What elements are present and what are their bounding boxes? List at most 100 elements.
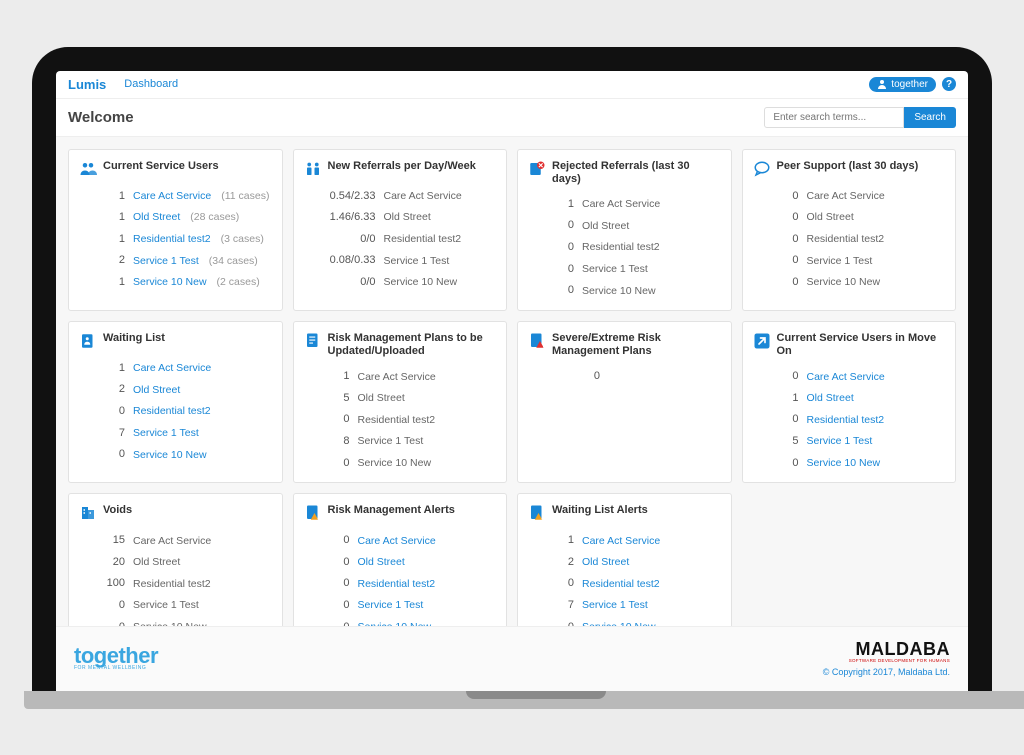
row-link[interactable]: Residential test2 — [358, 578, 436, 590]
document-warning-icon — [528, 504, 546, 522]
page-title: Welcome — [68, 109, 134, 126]
card-row: 0 Service 1 Test — [304, 595, 497, 617]
row-link[interactable]: Residential test2 — [133, 405, 211, 417]
row-label: Residential test2 — [358, 412, 436, 429]
row-text: Old Street — [384, 211, 431, 223]
brand-logo[interactable]: Lumis — [68, 77, 106, 92]
row-link[interactable]: Care Act Service — [358, 535, 436, 547]
card-row: 0Service 10 New — [528, 280, 721, 302]
row-value: 0 — [554, 368, 600, 386]
row-text: Residential test2 — [133, 578, 211, 590]
copyright-text: © Copyright 2017, Maldaba Ltd. — [823, 667, 950, 677]
card-move-on: Current Service Users in Move On0Care Ac… — [742, 321, 957, 483]
user-badge[interactable]: together — [869, 77, 936, 92]
row-link[interactable]: Service 10 New — [807, 457, 881, 469]
card-row: 0Old Street — [528, 215, 721, 237]
row-label: Residential test2 — [133, 576, 211, 593]
row-label: Service 1 Test — [133, 253, 199, 270]
together-logo: together — [74, 647, 158, 665]
help-button[interactable]: ? — [942, 77, 956, 91]
row-link[interactable]: Care Act Service — [133, 362, 211, 374]
row-value: 1 — [105, 360, 125, 378]
row-link[interactable]: Service 1 Test — [807, 435, 873, 447]
row-link[interactable]: Service 1 Test — [582, 599, 648, 611]
row-link[interactable]: Residential test2 — [582, 578, 660, 590]
row-link[interactable]: Residential test2 — [807, 414, 885, 426]
row-link[interactable]: Care Act Service — [133, 190, 211, 202]
card-row: 1Old Street(28 cases) — [79, 207, 272, 229]
row-link[interactable]: Old Street — [133, 211, 180, 223]
row-label: Care Act Service — [133, 360, 211, 377]
row-value: 0 — [330, 597, 350, 615]
card-row: 7Service 1 Test — [79, 423, 272, 445]
card-row: 0Service 10 New — [528, 617, 721, 627]
row-link[interactable]: Care Act Service — [582, 535, 660, 547]
card-row: 0Residential test2 — [79, 401, 272, 423]
card-row: 0.08/0.33Service 1 Test — [304, 250, 497, 272]
row-link[interactable]: Service 10 New — [133, 276, 207, 288]
row-label: Residential test2 — [133, 403, 211, 420]
users-icon — [79, 160, 97, 178]
card-current-service-users: Current Service Users1Care Act Service(1… — [68, 149, 283, 311]
card-row: 0Residential test2 — [753, 229, 946, 251]
card-row: 0Residential test2 — [304, 573, 497, 595]
row-suffix: (3 cases) — [221, 231, 264, 248]
row-value: 1 — [105, 231, 125, 249]
row-link[interactable]: Residential test2 — [133, 233, 211, 245]
row-link[interactable]: Service 10 New — [133, 449, 207, 461]
card-rejected-referrals: Rejected Referrals (last 30 days) 1 Care A… — [517, 149, 732, 311]
row-label: Residential test2 — [582, 239, 660, 256]
row-link[interactable]: Old Street — [807, 392, 854, 404]
nav-dashboard[interactable]: Dashboard — [124, 78, 178, 90]
row-label: Residential test2 — [807, 231, 885, 248]
row-label: Care Act Service — [358, 533, 436, 550]
row-label: Service 10 New — [358, 455, 432, 472]
row-label: Old Street — [807, 209, 854, 226]
row-label: Old Street — [582, 554, 629, 571]
card-title: Voids — [103, 504, 132, 517]
row-label: Service 10 New — [133, 619, 207, 626]
row-link[interactable]: Old Street — [358, 556, 405, 568]
row-link[interactable]: Old Street — [133, 384, 180, 396]
card-row: 0Care Act Service — [753, 186, 946, 208]
row-text: Care Act Service — [358, 371, 436, 383]
row-value: 0 — [330, 411, 350, 429]
user-icon — [877, 79, 887, 89]
card-header: Peer Support (last 30 days) — [753, 160, 946, 178]
card-row: 20Old Street — [79, 552, 272, 574]
row-label: Service 1 Test — [807, 253, 873, 270]
row-label: Service 10 New — [582, 283, 656, 300]
row-value: 100 — [105, 575, 125, 593]
row-link[interactable]: Service 1 Test — [133, 255, 199, 267]
footer: together FOR MENTAL WELLBEING MALDABA SO… — [56, 626, 968, 690]
row-link[interactable]: Service 1 Test — [358, 599, 424, 611]
row-label: Service 1 Test — [807, 433, 873, 450]
row-suffix: (11 cases) — [221, 188, 269, 205]
row-label: Care Act Service — [582, 196, 660, 213]
row-value: 2 — [554, 554, 574, 572]
row-label: Old Street — [384, 209, 431, 226]
search-input[interactable] — [764, 107, 904, 128]
row-link[interactable]: Service 1 Test — [133, 427, 199, 439]
card-row: 0Residential test2 — [528, 573, 721, 595]
row-link[interactable]: Care Act Service — [807, 371, 885, 383]
card-row: 0 Residential test2 — [753, 409, 946, 431]
card-row: 0Service 1 Test — [528, 259, 721, 281]
row-value: 1 — [554, 196, 574, 214]
card-row: 1 Care Act Service — [79, 358, 272, 380]
row-value: 8 — [330, 433, 350, 451]
row-label: Service 10 New — [133, 274, 207, 291]
card-row: 5Old Street — [304, 388, 497, 410]
row-label: Old Street — [358, 390, 405, 407]
card-header: New Referrals per Day/Week — [304, 160, 497, 178]
row-link[interactable]: Old Street — [582, 556, 629, 568]
row-label: Residential test2 — [384, 231, 462, 248]
row-value: 1 — [554, 532, 574, 550]
search-button[interactable]: Search — [904, 107, 956, 128]
row-value: 1 — [105, 274, 125, 292]
row-label: Service 10 New — [582, 619, 656, 626]
card-header: Rejected Referrals (last 30 days) — [528, 160, 721, 186]
row-value: 0 — [779, 411, 799, 429]
row-label: Service 10 New — [384, 274, 458, 291]
row-value: 15 — [105, 532, 125, 550]
